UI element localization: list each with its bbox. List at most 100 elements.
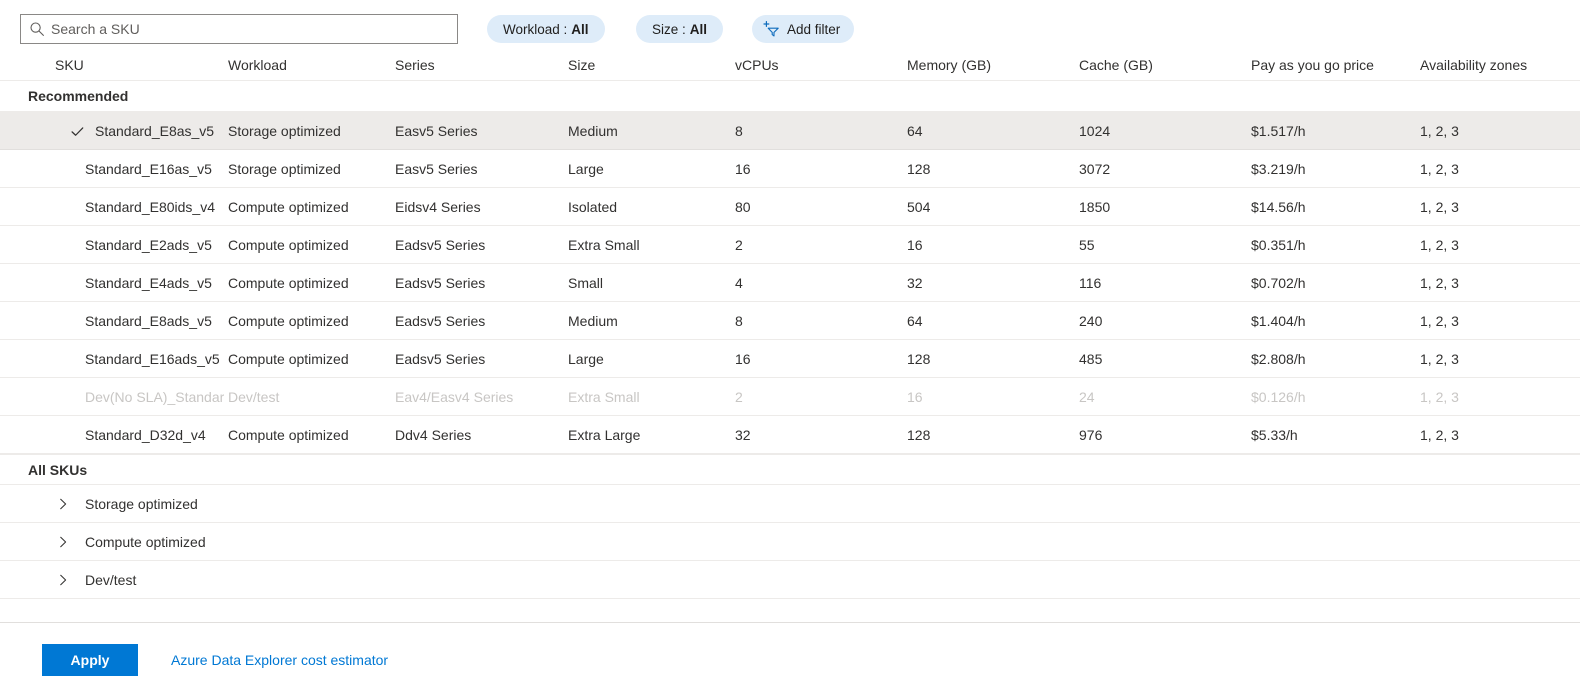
cell-price: $1.517/h (1251, 123, 1306, 139)
cell-memory: 32 (907, 275, 923, 291)
cell-zones: 1, 2, 3 (1420, 275, 1459, 291)
cell-vcpus: 4 (735, 275, 743, 291)
cell-memory: 64 (907, 313, 923, 329)
filter-toolbar: Search a SKU Workload : All Size : All Add… (0, 0, 1580, 50)
cell-vcpus: 16 (735, 351, 751, 367)
group-header-recommended: Recommended (0, 81, 1580, 112)
table-row[interactable]: Standard_E2ads_v5 Compute optimized Eadsv5… (0, 226, 1580, 264)
chevron-right-icon[interactable] (55, 561, 71, 599)
column-header-size[interactable]: Size (568, 50, 595, 81)
cell-size: Extra Small (568, 389, 640, 405)
add-filter-label: Add filter (787, 21, 841, 37)
cell-workload: Storage optimized (228, 161, 341, 177)
expandable-group-storage-optimized[interactable]: Storage optimized (0, 485, 1580, 523)
cell-size: Medium (568, 123, 618, 139)
cell-price: $0.702/h (1251, 275, 1306, 291)
cell-sku: Standard_E80ids_v4 (85, 199, 215, 215)
table-row[interactable]: Standard_E16ads_v5 Compute optimized Eadsv… (0, 340, 1580, 378)
group-header-all-skus: All SKUs (0, 454, 1580, 485)
expandable-group-compute-optimized[interactable]: Compute optimized (0, 523, 1580, 561)
column-header-cache-gb[interactable]: Cache (GB) (1079, 50, 1153, 81)
sku-selection-panel: Search a SKU Workload : All Size : All Add… (0, 0, 1580, 697)
cell-vcpus: 16 (735, 161, 751, 177)
search-icon (29, 21, 45, 37)
table-header-row: SKU Workload Series Size vCPUs Memory (GB) Cac… (0, 50, 1580, 81)
cell-cache: 485 (1079, 351, 1103, 367)
filter-pill-size-value: All (689, 21, 708, 37)
column-header-availability-zones[interactable]: Availability zones (1420, 50, 1527, 81)
table-row[interactable]: Standard_E80ids_v4 Compute optimized Eidsv… (0, 188, 1580, 226)
cell-sku: Standard_E8as_v5 (95, 123, 215, 139)
footer-divider (0, 622, 1580, 623)
apply-button[interactable]: Apply (42, 644, 138, 676)
cell-series: Easv5 Series (395, 123, 478, 139)
add-filter-icon (762, 20, 780, 38)
cell-vcpus: 8 (735, 313, 743, 329)
cell-cache: 1024 (1079, 123, 1111, 139)
filter-pill-workload[interactable]: Workload : All (487, 15, 605, 43)
cell-size: Large (568, 161, 604, 177)
cell-sku: Standard_E8ads_v5 (85, 313, 212, 329)
cell-memory: 128 (907, 427, 931, 443)
cell-series: Eadsv5 Series (395, 313, 486, 329)
table-row[interactable]: Standard_E4ads_v5 Compute optimized Eadsv5… (0, 264, 1580, 302)
column-header-series[interactable]: Series (395, 50, 435, 81)
chevron-right-icon[interactable] (55, 523, 71, 561)
cell-zones: 1, 2, 3 (1420, 389, 1459, 405)
table-body: Recommended Standard_E8as_v5 Storage optim… (0, 81, 1580, 599)
column-header-memory-gb[interactable]: Memory (GB) (907, 50, 991, 81)
table-row[interactable]: Standard_E16as_v5 Storage optimized Easv5 … (0, 150, 1580, 188)
cell-series: Eadsv5 Series (395, 275, 486, 291)
cell-size: Isolated (568, 199, 618, 215)
cost-estimator-link[interactable]: Azure Data Explorer cost estimator (171, 644, 388, 676)
cell-series: Ddv4 Series (395, 427, 472, 443)
cell-zones: 1, 2, 3 (1420, 199, 1459, 215)
cell-workload: Compute optimized (228, 237, 349, 253)
cell-sku: Standard_E2ads_v5 (85, 237, 212, 253)
expandable-group-label: Compute optimized (85, 534, 206, 550)
search-input[interactable]: Search a SKU (20, 14, 458, 44)
column-header-pay-as-you-go-price[interactable]: Pay as you go price (1251, 50, 1374, 81)
cell-workload: Compute optimized (228, 313, 349, 329)
cell-series: Eadsv5 Series (395, 237, 486, 253)
cell-sku: Standard_E16as_v5 (85, 161, 212, 177)
cell-cache: 116 (1079, 275, 1102, 291)
cell-workload: Storage optimized (228, 123, 341, 139)
sku-table: SKU Workload Series Size vCPUs Memory (GB) Cac… (0, 50, 1580, 599)
cell-size: Large (568, 351, 604, 367)
column-header-sku[interactable]: SKU (55, 50, 84, 81)
filter-pill-size-key: Size : (652, 21, 686, 37)
cell-price: $0.126/h (1251, 389, 1306, 405)
expandable-group-dev-test[interactable]: Dev/test (0, 561, 1580, 599)
cell-size: Extra Small (568, 237, 640, 253)
table-row[interactable]: Standard_E8ads_v5 Compute optimized Eadsv5… (0, 302, 1580, 340)
column-header-vcpus[interactable]: vCPUs (735, 50, 779, 81)
cell-sku: Dev(No SLA)_Standard_E2a_v4 (85, 389, 224, 405)
cell-size: Extra Large (568, 427, 641, 443)
cell-vcpus: 80 (735, 199, 751, 215)
cell-zones: 1, 2, 3 (1420, 161, 1459, 177)
filter-pill-size[interactable]: Size : All (636, 15, 724, 43)
filter-pill-workload-value: All (571, 21, 589, 37)
cell-price: $14.56/h (1251, 199, 1306, 215)
cell-cache: 3072 (1079, 161, 1111, 177)
table-row: Dev(No SLA)_Standard_E2a_v4Dev/test Eav4/… (0, 378, 1580, 416)
table-row[interactable]: Standard_E8as_v5 Storage optimized Easv5 S… (0, 112, 1580, 150)
cell-cache: 1850 (1079, 199, 1111, 215)
table-row[interactable]: Standard_D32d_v4 Compute optimized Ddv4 Se… (0, 416, 1580, 454)
cell-sku: Standard_E4ads_v5 (85, 275, 212, 291)
filter-pill-workload-key: Workload : (503, 21, 568, 37)
search-placeholder-text: Search a SKU (51, 21, 140, 37)
add-filter-button[interactable]: Add filter (752, 15, 855, 43)
expandable-group-label: Dev/test (85, 572, 137, 588)
cell-series: Easv5 Series (395, 161, 478, 177)
cell-cache: 55 (1079, 237, 1095, 253)
cell-memory: 16 (907, 237, 923, 253)
cell-series: Eidsv4 Series (395, 199, 481, 215)
cell-size: Small (568, 275, 604, 291)
chevron-right-icon[interactable] (55, 485, 71, 523)
column-header-workload[interactable]: Workload (228, 50, 287, 81)
cell-workload: Compute optimized (228, 351, 349, 367)
cell-zones: 1, 2, 3 (1420, 351, 1459, 367)
cell-memory: 128 (907, 161, 931, 177)
